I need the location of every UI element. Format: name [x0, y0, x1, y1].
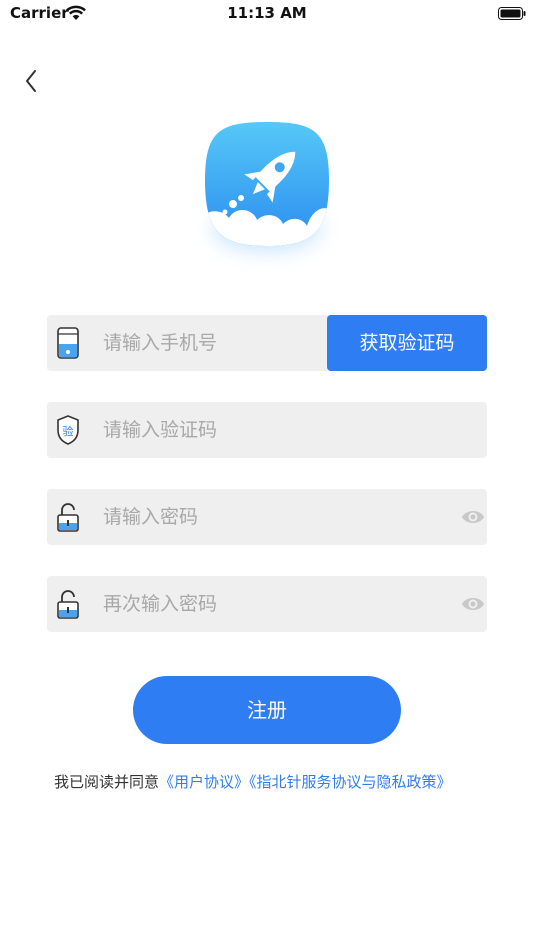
agreement-prefix: 我已阅读并同意 — [54, 773, 160, 791]
rocket-logo-icon — [205, 122, 329, 246]
code-field: 验 — [47, 402, 487, 458]
status-time: 11:13 AM — [227, 4, 307, 22]
agreement-text: 我已阅读并同意《用户协议》《指北针服务协议与隐私政策》 — [54, 772, 454, 792]
confirm-password-field — [47, 576, 487, 632]
back-chevron-icon[interactable] — [20, 66, 44, 96]
password-input[interactable] — [103, 489, 433, 545]
lock-icon — [57, 503, 79, 532]
register-button[interactable]: 注册 — [133, 676, 401, 744]
user-agreement-link[interactable]: 《用户协议》 — [159, 773, 249, 791]
service-privacy-link[interactable]: 《指北针服务协议与隐私政策》 — [249, 773, 452, 791]
shield-icon: 验 — [57, 415, 79, 445]
eye-icon[interactable] — [461, 506, 485, 528]
svg-text:验: 验 — [63, 424, 74, 438]
get-code-button[interactable]: 获取验证码 — [327, 315, 487, 371]
confirm-password-input[interactable] — [103, 576, 433, 632]
battery-icon — [498, 7, 526, 20]
eye-icon[interactable] — [461, 593, 485, 615]
password-field — [47, 489, 487, 545]
code-input[interactable] — [103, 402, 463, 458]
lock-icon — [57, 590, 79, 619]
phone-input[interactable] — [103, 315, 313, 371]
phone-icon — [57, 327, 79, 359]
status-bar: Carrier 11:13 AM — [0, 0, 534, 30]
